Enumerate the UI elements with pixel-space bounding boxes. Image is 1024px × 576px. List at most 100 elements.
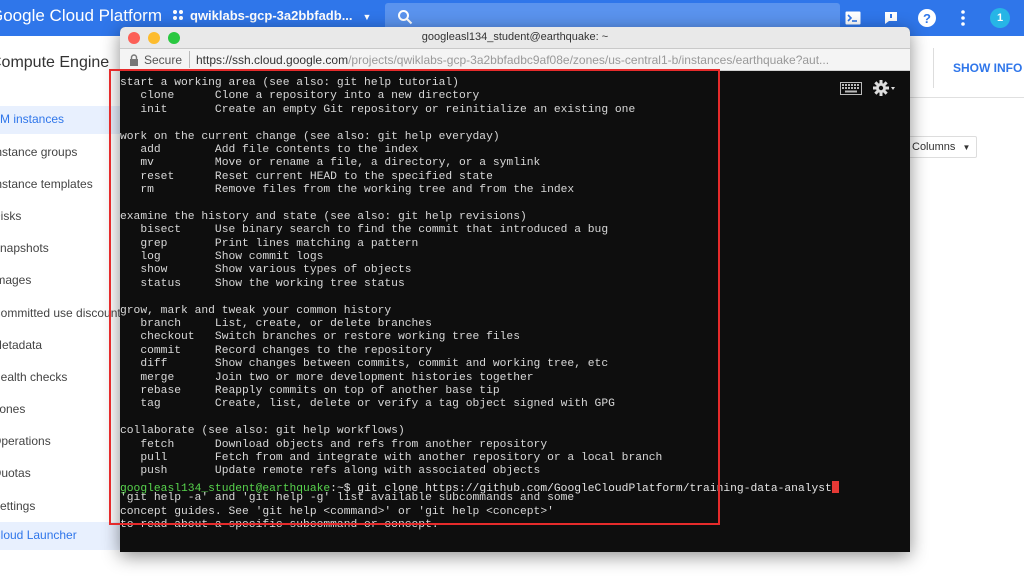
terminal-line-text: concept guides. See 'git help <command>'… <box>120 505 554 518</box>
url-host: https://ssh.cloud.google.com <box>196 53 349 67</box>
columns-label: Columns <box>912 141 956 153</box>
sidebar-item-metadata[interactable]: Metadata <box>0 338 42 352</box>
sidebar-item-vm-instances[interactable]: VM instances <box>0 112 64 126</box>
help-icon[interactable]: ? <box>918 9 936 27</box>
terminal-line: diff Show changes between commits, commi… <box>120 358 910 371</box>
more-vert-icon[interactable] <box>952 7 974 29</box>
project-name: qwiklabs-gcp-3a2bbfadb... <box>190 8 353 23</box>
settings-gear-icon[interactable] <box>872 79 896 102</box>
sidebar-item-disks[interactable]: Disks <box>0 209 21 223</box>
terminal-line-text: checkout Switch branches or restore work… <box>120 331 520 344</box>
terminal-line: log Show commit logs <box>120 251 910 264</box>
terminal-line: grep Print lines matching a pattern <box>120 238 910 251</box>
terminal-prompt-line[interactable]: googleasl134_student@earthquake:~$ git c… <box>120 481 839 497</box>
url-path: /projects/qwiklabs-gcp-3a2bbfadbc9af08e/… <box>348 53 830 67</box>
prompt-user: googleasl134_student@earthquake <box>120 483 331 495</box>
terminal-line-text: work on the current change (see also: gi… <box>120 130 500 143</box>
terminal-line: concept guides. See 'git help <command>'… <box>120 506 910 519</box>
terminal-line-text: collaborate (see also: git help workflow… <box>120 425 405 438</box>
project-selector[interactable]: qwiklabs-gcp-3a2bbfadb... ▼ <box>172 8 371 23</box>
sidebar-item-committed-use[interactable]: Committed use discounts <box>0 306 127 320</box>
terminal-line-text: examine the history and state (see also:… <box>120 210 527 223</box>
sidebar-item-cloud-launcher[interactable]: Cloud Launcher <box>0 528 77 542</box>
terminal-line-text: show Show various types of objects <box>120 264 412 277</box>
terminal-line-text: reset Reset current HEAD to the specifie… <box>120 170 493 183</box>
terminal-line-text: log Show commit logs <box>120 251 324 264</box>
show-info-panel-button[interactable]: SHOW INFO P <box>953 61 1024 75</box>
product-title: Compute Engine <box>0 54 110 71</box>
terminal-line-text: branch List, create, or delete branches <box>120 318 432 331</box>
keyboard-icon[interactable] <box>840 81 862 100</box>
terminal-line-text: push Update remote refs along with assoc… <box>120 465 541 478</box>
account-avatar[interactable]: 1 <box>990 8 1010 28</box>
secure-label: Secure <box>144 53 183 67</box>
address-bar[interactable]: Secure https://ssh.cloud.google.com/proj… <box>120 49 910 71</box>
terminal-line: push Update remote refs along with assoc… <box>120 465 910 478</box>
terminal-line-text: grow, mark and tweak your common history <box>120 304 392 317</box>
terminal-line-text: add Add file contents to the index <box>120 143 419 156</box>
terminal-line-text: bisect Use binary search to find the com… <box>120 224 609 237</box>
screen: Google Cloud Platform qwiklabs-gcp-3a2bb… <box>0 0 1024 576</box>
terminal-cursor <box>831 481 839 493</box>
terminal-line-text: status Show the working tree status <box>120 277 405 290</box>
sidebar-item-zones[interactable]: Zones <box>0 402 25 416</box>
notifications-icon[interactable] <box>880 7 902 29</box>
terminal-line: to read about a specific subcommand or c… <box>120 519 910 532</box>
terminal-line-text: to read about a specific subcommand or c… <box>120 518 439 531</box>
terminal-line-text: pull Fetch from and integrate with anoth… <box>120 451 663 464</box>
cloud-shell-icon[interactable] <box>842 7 864 29</box>
terminal-line-text: grep Print lines matching a pattern <box>120 237 419 250</box>
window-titlebar[interactable]: googleasl134_student@earthquake: ~ <box>120 27 910 49</box>
terminal-line: collaborate (see also: git help workflow… <box>120 425 910 438</box>
terminal-line: examine the history and state (see also:… <box>120 211 910 224</box>
terminal-line: tag Create, list, delete or verify a tag… <box>120 398 910 411</box>
sidebar-item-operations[interactable]: Operations <box>0 434 51 448</box>
terminal-line: reset Reset current HEAD to the specifie… <box>120 171 910 184</box>
project-dots-icon <box>173 10 183 20</box>
sidebar-item-images[interactable]: Images <box>0 273 31 287</box>
divider <box>933 48 934 88</box>
terminal-line: pull Fetch from and integrate with anoth… <box>120 452 910 465</box>
sidebar-item-instance-templates[interactable]: Instance templates <box>0 177 93 191</box>
terminal-line-text: rm Remove files from the working tree an… <box>120 184 575 197</box>
terminal-line-text: mv Move or rename a file, a directory, o… <box>120 157 541 170</box>
sidebar-item-snapshots[interactable]: Snapshots <box>0 241 49 255</box>
terminal-line-text: merge Join two or more development histo… <box>120 371 534 384</box>
sidebar-item-quotas[interactable]: Quotas <box>0 466 31 480</box>
terminal-line: rm Remove files from the working tree an… <box>120 184 910 197</box>
terminal-line: fetch Download objects and refs from ano… <box>120 439 910 452</box>
gcp-title[interactable]: Google Cloud Platform <box>0 6 162 26</box>
terminal-line: merge Join two or more development histo… <box>120 372 910 385</box>
window-title: googleasl134_student@earthquake: ~ <box>421 31 609 43</box>
ssh-window: googleasl134_student@earthquake: ~ Secur… <box>120 27 910 552</box>
divider <box>910 97 1024 98</box>
terminal-line: status Show the working tree status <box>120 278 910 291</box>
search-icon <box>398 10 413 25</box>
terminal-line-text: tag Create, list, delete or verify a tag… <box>120 398 615 411</box>
terminal-line-text: clone Clone a repository into a new dire… <box>120 90 480 103</box>
terminal-line: rebase Reapply commits on top of another… <box>120 385 910 398</box>
chevron-down-icon: ▼ <box>962 143 971 152</box>
terminal-line-text: start a working area (see also: git help… <box>120 77 459 89</box>
terminal-tools <box>840 79 896 102</box>
sidebar-item-instance-groups[interactable]: Instance groups <box>0 145 77 159</box>
url-text: https://ssh.cloud.google.com/projects/qw… <box>196 53 829 67</box>
terminal-line: add Add file contents to the index <box>120 144 910 157</box>
terminal-line-text: rebase Reapply commits on top of another… <box>120 384 500 397</box>
top-icons: ? 1 <box>842 7 1010 29</box>
lock-icon <box>130 54 138 66</box>
columns-button[interactable]: Columns ▼ <box>905 136 977 158</box>
terminal-line-text: diff Show changes between commits, commi… <box>120 358 609 371</box>
terminal-line: start a working area (see also: git help… <box>120 77 910 90</box>
terminal-line-text: commit Record changes to the repository <box>120 344 432 357</box>
sidebar-item-settings[interactable]: Settings <box>0 499 35 513</box>
terminal-line-text: fetch Download objects and refs from ano… <box>120 438 548 451</box>
terminal-line: checkout Switch branches or restore work… <box>120 331 910 344</box>
chevron-down-icon: ▼ <box>362 12 372 22</box>
sidebar-item-health-checks[interactable]: Health checks <box>0 370 67 384</box>
prompt-command: :~$ git clone https://github.com/GoogleC… <box>330 483 832 495</box>
